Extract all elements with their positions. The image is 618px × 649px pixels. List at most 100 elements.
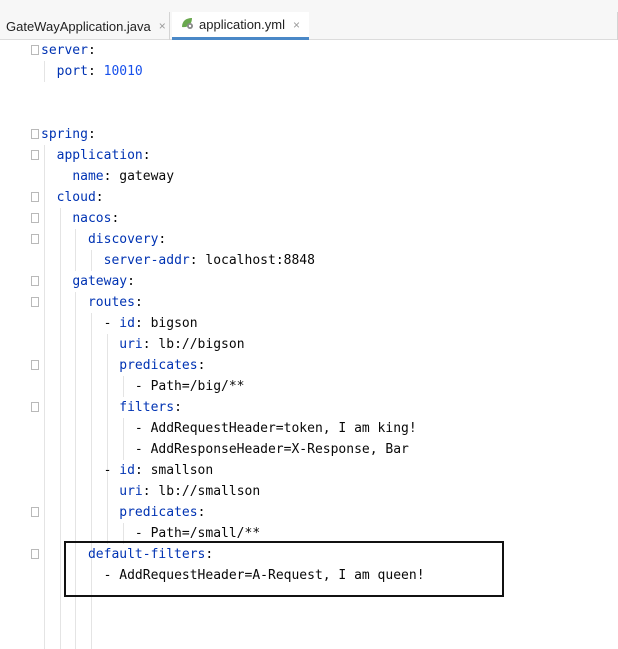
yaml-key: id bbox=[119, 463, 135, 478]
yaml-key: routes bbox=[87, 295, 135, 310]
yaml-separator: : bbox=[158, 232, 167, 247]
code-line[interactable]: nacos: bbox=[41, 208, 119, 229]
fold-toggle-icon[interactable] bbox=[31, 360, 39, 370]
yaml-key: spring bbox=[41, 127, 88, 142]
yaml-key: gateway bbox=[72, 274, 128, 289]
code-line[interactable]: spring: bbox=[41, 124, 96, 145]
list-dash: - bbox=[134, 421, 151, 436]
code-line[interactable]: - Path=/big/** bbox=[41, 376, 245, 397]
yaml-separator: : bbox=[127, 274, 135, 289]
code-line[interactable]: application: bbox=[41, 145, 151, 166]
yaml-separator: : bbox=[87, 127, 96, 142]
code-line[interactable]: - AddRequestHeader=token, I am king! bbox=[41, 418, 417, 439]
yaml-key: discovery bbox=[87, 232, 159, 247]
list-dash: - bbox=[134, 526, 151, 541]
code-line[interactable]: server: bbox=[41, 40, 96, 61]
yaml-separator: : bbox=[142, 337, 159, 352]
code-line[interactable]: name: gateway bbox=[41, 166, 174, 187]
close-icon[interactable]: × bbox=[293, 18, 300, 32]
yaml-separator: : bbox=[134, 316, 151, 331]
yaml-separator: : bbox=[142, 148, 151, 163]
yaml-separator: : bbox=[134, 295, 143, 310]
editor-tab-bar: GateWayApplication.java × application.ym… bbox=[0, 0, 618, 40]
code-line[interactable]: gateway: bbox=[41, 271, 135, 292]
tab-application-yml[interactable]: application.yml × bbox=[172, 12, 309, 40]
code-line[interactable]: server-addr: localhost:8848 bbox=[41, 250, 315, 271]
fold-toggle-icon[interactable] bbox=[31, 150, 39, 160]
code-line[interactable]: cloud: bbox=[41, 187, 104, 208]
code-line[interactable]: discovery: bbox=[41, 229, 166, 250]
yaml-value: Path=/big/** bbox=[150, 379, 245, 394]
yaml-value: AddRequestHeader=token, I am king! bbox=[150, 421, 417, 436]
code-line[interactable]: uri: lb://smallson bbox=[41, 481, 260, 502]
yaml-key: server bbox=[41, 43, 88, 58]
code-line[interactable]: uri: lb://bigson bbox=[41, 334, 245, 355]
yaml-separator: : bbox=[134, 463, 151, 478]
fold-toggle-icon[interactable] bbox=[31, 234, 39, 244]
yaml-key: predicates bbox=[119, 505, 198, 520]
fold-toggle-icon[interactable] bbox=[31, 45, 39, 55]
fold-toggle-icon[interactable] bbox=[31, 297, 39, 307]
fold-toggle-icon[interactable] bbox=[31, 549, 39, 559]
tab-label: GateWayApplication.java bbox=[6, 18, 151, 34]
yaml-value: gateway bbox=[119, 169, 175, 184]
yaml-key: application bbox=[56, 148, 143, 163]
fold-toggle-icon[interactable] bbox=[31, 276, 39, 286]
yaml-value: localhost:8848 bbox=[205, 253, 315, 268]
code-line[interactable]: predicates: bbox=[41, 355, 205, 376]
code-line[interactable]: filters: bbox=[41, 397, 182, 418]
code-line[interactable]: - id: bigson bbox=[41, 313, 198, 334]
close-icon[interactable]: × bbox=[159, 19, 166, 33]
tab-label: application.yml bbox=[199, 17, 285, 32]
code-line[interactable]: - id: smallson bbox=[41, 460, 214, 481]
tab-gatewayapplication-java[interactable]: GateWayApplication.java × bbox=[0, 12, 170, 40]
fold-gutter bbox=[0, 40, 39, 645]
yaml-key: filters bbox=[119, 400, 175, 415]
yaml-key: predicates bbox=[119, 358, 198, 373]
yaml-value: 10010 bbox=[103, 64, 143, 79]
yaml-separator: : bbox=[142, 484, 159, 499]
list-dash: - bbox=[134, 442, 151, 457]
list-dash: - bbox=[134, 379, 151, 394]
code-line[interactable]: port: 10010 bbox=[41, 61, 143, 82]
yaml-separator: : bbox=[103, 169, 120, 184]
yaml-key: name bbox=[72, 169, 104, 184]
code-line[interactable]: - AddResponseHeader=X-Response, Bar bbox=[41, 439, 409, 460]
fold-toggle-icon[interactable] bbox=[31, 213, 39, 223]
yaml-value: bigson bbox=[150, 316, 198, 331]
yaml-value: lb://bigson bbox=[158, 337, 245, 352]
list-dash: - bbox=[103, 463, 120, 478]
fold-toggle-icon[interactable] bbox=[31, 507, 39, 517]
yaml-key: nacos bbox=[72, 211, 112, 226]
yaml-separator: : bbox=[189, 253, 206, 268]
code-line[interactable]: routes: bbox=[41, 292, 143, 313]
fold-toggle-icon[interactable] bbox=[31, 192, 39, 202]
yaml-key: cloud bbox=[56, 190, 96, 205]
code-line[interactable]: predicates: bbox=[41, 502, 205, 523]
yaml-key: uri bbox=[119, 484, 143, 499]
highlight-annotation-box bbox=[64, 541, 504, 597]
yaml-value: AddResponseHeader=X-Response, Bar bbox=[150, 442, 409, 457]
yaml-key: port bbox=[56, 64, 88, 79]
yaml-value: Path=/small/** bbox=[150, 526, 261, 541]
yaml-separator: : bbox=[197, 505, 206, 520]
fold-toggle-icon[interactable] bbox=[31, 129, 39, 139]
fold-toggle-icon[interactable] bbox=[31, 402, 39, 412]
